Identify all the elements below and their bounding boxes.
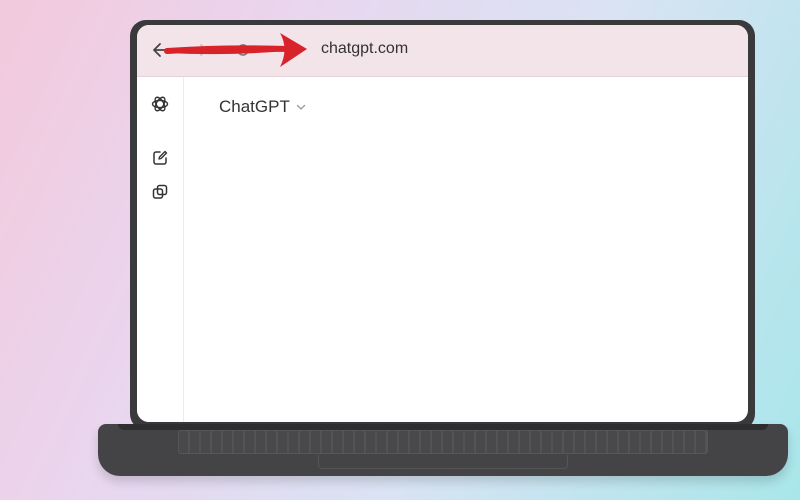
- chevron-down-icon: [296, 104, 306, 110]
- new-chat-icon[interactable]: [149, 147, 171, 169]
- gpts-icon[interactable]: [149, 181, 171, 203]
- forward-button[interactable]: [189, 36, 217, 64]
- address-bar[interactable]: chatgpt.com: [321, 40, 408, 58]
- forward-arrow-icon: [200, 44, 207, 56]
- reload-button[interactable]: [229, 36, 257, 64]
- model-label: ChatGPT: [219, 97, 290, 116]
- openai-logo-icon[interactable]: [149, 93, 171, 115]
- laptop-base: [98, 424, 788, 476]
- browser-toolbar: chatgpt.com: [137, 25, 748, 77]
- model-selector[interactable]: ChatGPT: [219, 97, 306, 117]
- keyboard: [178, 430, 708, 454]
- reload-icon: [237, 44, 249, 56]
- back-button[interactable]: [147, 36, 175, 64]
- back-arrow-icon: [153, 43, 169, 57]
- trackpad: [318, 455, 568, 469]
- sidebar: [137, 77, 184, 422]
- browser-window: chatgpt.com ChatGPT: [137, 25, 748, 422]
